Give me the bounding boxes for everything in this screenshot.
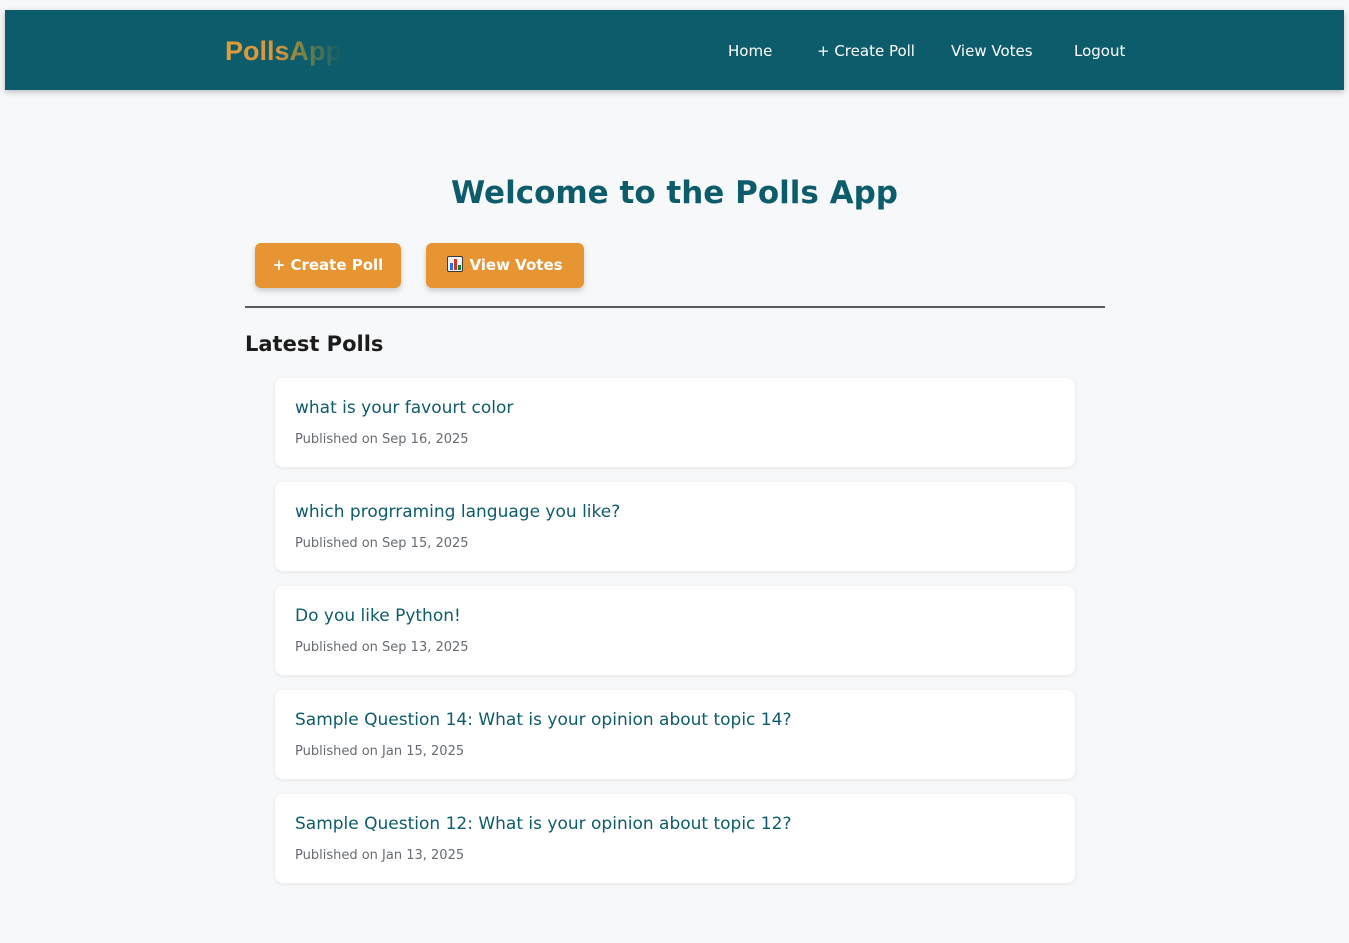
poll-published-date: Published on Sep 16, 2025 (295, 432, 469, 447)
nav-create-poll-link[interactable]: + Create Poll (817, 39, 915, 63)
poll-question-link[interactable]: which progrraming language you like? (295, 500, 620, 524)
poll-question-link[interactable]: Sample Question 12: What is your opinion… (295, 812, 791, 836)
create-poll-button[interactable]: + Create Poll (255, 243, 401, 288)
poll-published-date: Published on Jan 13, 2025 (295, 848, 465, 863)
poll-card[interactable]: Do you like Python! Published on Sep 13,… (275, 586, 1075, 675)
poll-question-link[interactable]: Sample Question 14: What is your opinion… (295, 708, 791, 732)
nav-home-link[interactable]: Home (728, 39, 772, 63)
section-divider (245, 306, 1105, 308)
poll-published-date: Published on Sep 13, 2025 (295, 640, 469, 655)
nav-links: Home + Create Poll View Votes Logout (5, 39, 1344, 63)
bar-chart-icon (447, 256, 464, 272)
nav-logout-link[interactable]: Logout (1074, 39, 1125, 63)
poll-list: what is your favourt color Published on … (275, 378, 1075, 898)
create-poll-button-label: + Create Poll (272, 256, 384, 274)
poll-card[interactable]: what is your favourt color Published on … (275, 378, 1075, 467)
poll-card[interactable]: which progrraming language you like? Pub… (275, 482, 1075, 571)
view-votes-button-label: View Votes (469, 256, 563, 274)
top-navbar: PollsApp Home + Create Poll View Votes L… (5, 10, 1344, 90)
poll-question-link[interactable]: what is your favourt color (295, 396, 513, 420)
latest-polls-heading: Latest Polls (245, 332, 384, 356)
nav-view-votes-link[interactable]: View Votes (951, 39, 1033, 63)
view-votes-button[interactable]: View Votes (426, 243, 584, 288)
poll-card[interactable]: Sample Question 14: What is your opinion… (275, 690, 1075, 779)
page-title: Welcome to the Polls App (450, 175, 899, 211)
poll-published-date: Published on Jan 15, 2025 (295, 744, 465, 759)
poll-published-date: Published on Sep 15, 2025 (295, 536, 469, 551)
poll-question-link[interactable]: Do you like Python! (295, 604, 461, 628)
poll-card[interactable]: Sample Question 12: What is your opinion… (275, 794, 1075, 883)
